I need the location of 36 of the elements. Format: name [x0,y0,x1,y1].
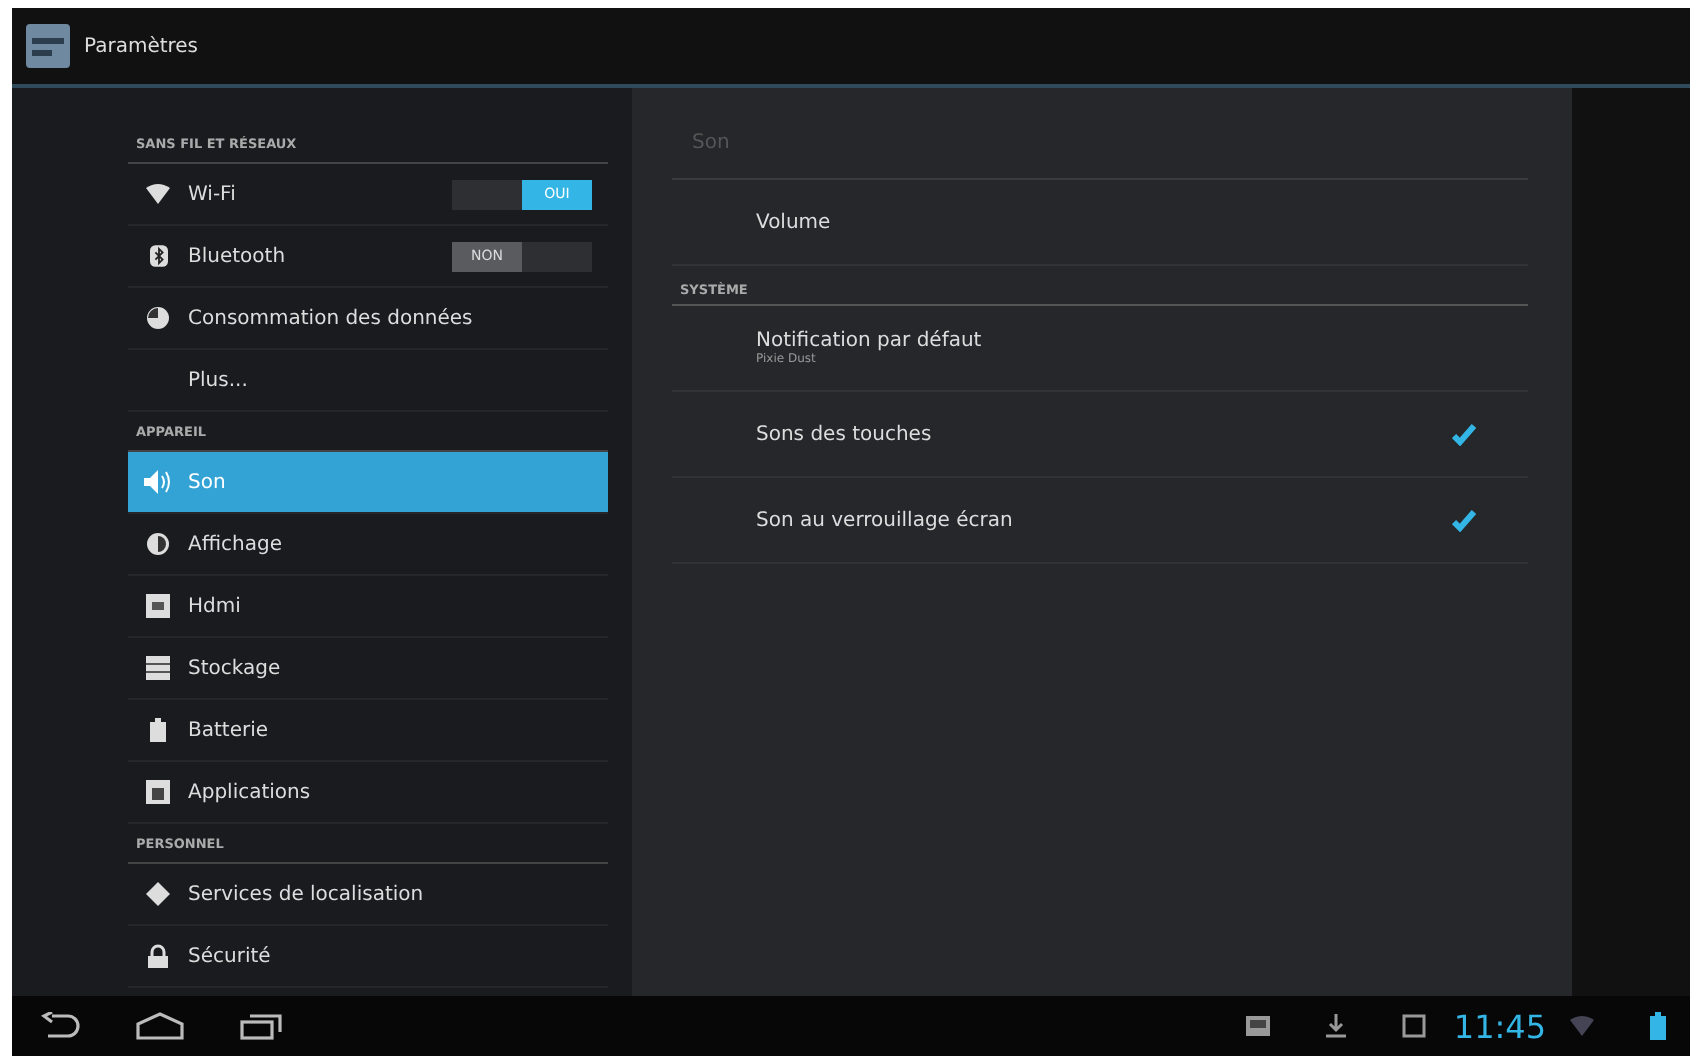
settings-row[interactable]: Son au verrouillage écran [672,478,1528,564]
sidebar-item[interactable]: Sécurité [128,926,608,988]
checkbox[interactable] [1452,422,1476,446]
lock-icon [148,944,168,968]
recent-apps-icon[interactable] [240,1012,284,1040]
download-icon[interactable] [1325,1014,1346,1038]
brightness-icon [146,532,170,556]
monitor-icon [146,594,170,618]
battery-icon [150,718,166,742]
checkbox[interactable] [1452,508,1476,532]
sidebar-item[interactable]: Consommation des données [128,288,608,350]
settings-row[interactable]: Sons des touches [672,392,1528,478]
battery-icon [1650,1012,1666,1040]
pie-chart-icon [146,306,170,330]
sidebar-item[interactable]: Batterie [128,700,608,762]
back-icon[interactable] [40,1012,80,1040]
wifi-signal-icon [1570,1016,1594,1036]
sidebar-item[interactable]: Affichage [128,514,608,576]
image-icon[interactable] [1245,1016,1270,1036]
location-icon [146,882,170,906]
wifi-icon [146,184,170,204]
sidebar-item[interactable]: Plus... [128,350,608,412]
sidebar-item[interactable]: Applications [128,762,608,824]
settings-row[interactable]: Volume [672,180,1528,266]
apps-icon [146,780,170,804]
home-icon[interactable] [136,1012,184,1040]
clock[interactable]: 11:45 [1453,1007,1546,1045]
sidebar-item[interactable]: Services de localisation [128,864,608,926]
sidebar-item[interactable]: Stockage [128,638,608,700]
window-title: Paramètres [84,35,199,57]
storage-icon [146,656,170,680]
bluetooth-icon [149,244,167,268]
settings-app-icon[interactable] [24,22,72,70]
screenshot-icon[interactable] [1401,1014,1426,1038]
speaker-icon [144,470,172,494]
sidebar-item[interactable]: Hdmi [128,576,608,638]
